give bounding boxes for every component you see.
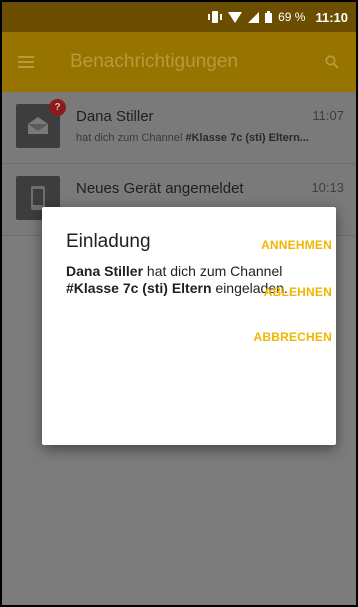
search-button[interactable] [308, 32, 356, 92]
notification-time: 10:13 [311, 180, 344, 195]
wifi-icon [228, 11, 243, 23]
notification-title: Neues Gerät angemeldet [76, 180, 244, 197]
notification-item[interactable]: ? Dana Stiller 11:07 hat dich zum Channe… [2, 92, 356, 164]
dialog-text-1: hat dich zum Channel [143, 263, 283, 279]
battery-percent: 69 % [278, 10, 306, 24]
menu-button[interactable] [2, 32, 50, 92]
notification-avatar: ? [16, 99, 66, 148]
vibrate-icon [208, 11, 223, 23]
search-icon [325, 55, 339, 69]
notification-time: 11:07 [312, 108, 344, 123]
dialog-channel: #Klasse 7c (sti) Eltern [66, 280, 212, 296]
clock: 11:10 [315, 9, 348, 25]
accept-button[interactable]: ANNEHMEN [261, 238, 332, 252]
page-title: Benachrichtigungen [70, 51, 238, 72]
notification-title: Dana Stiller [76, 108, 154, 125]
status-bar: 69 % 11:10 [2, 2, 356, 32]
dialog-title: Einladung [66, 231, 151, 252]
cancel-button[interactable]: ABBRECHEN [254, 330, 332, 344]
app-bar: Benachrichtigungen [2, 32, 356, 92]
dialog-sender: Dana Stiller [66, 263, 144, 279]
cell-signal-icon [248, 11, 260, 23]
subtitle-channel: #Klasse 7c (sti) Eltern... [185, 132, 309, 144]
unread-badge: ? [49, 99, 66, 116]
notification-subtitle: hat dich zum Channel #Klasse 7c (sti) El… [76, 132, 348, 144]
app-screen: 69 % 11:10 Benachrichtigungen ? Dana Sti… [0, 0, 358, 607]
hamburger-menu-icon [18, 56, 34, 68]
decline-button[interactable]: ABLEHNEN [264, 285, 332, 299]
battery-icon [265, 11, 273, 23]
subtitle-text: hat dich zum Channel [76, 132, 186, 144]
